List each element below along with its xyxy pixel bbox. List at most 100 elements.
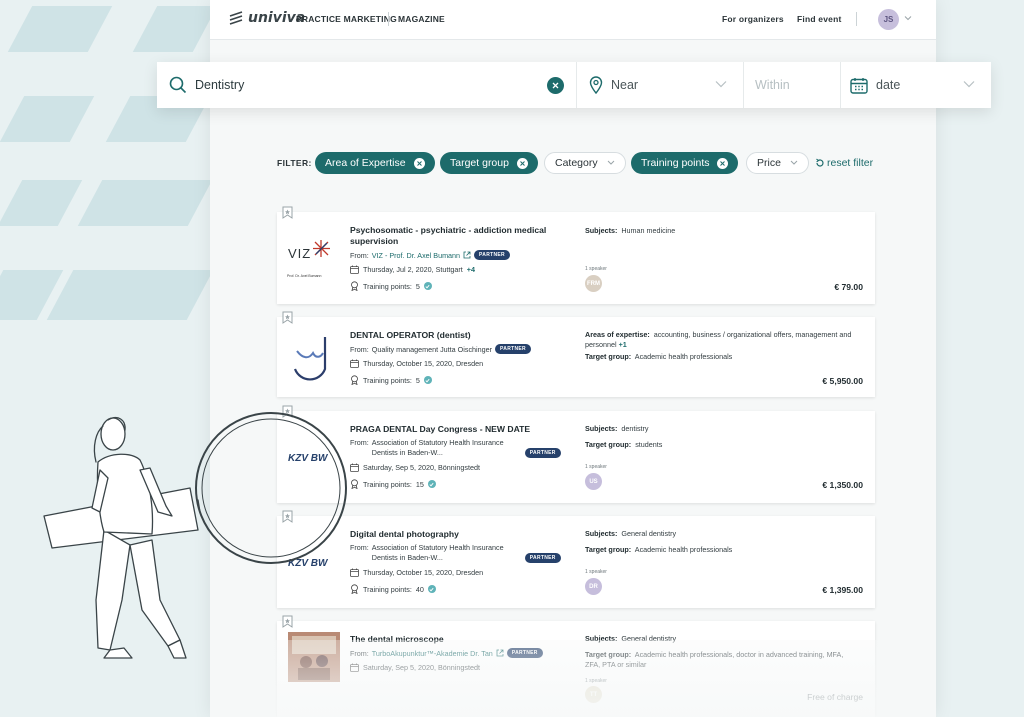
nav-divider bbox=[856, 12, 857, 26]
bookmark-icon[interactable] bbox=[282, 311, 293, 324]
nav-for-organizers[interactable]: For organizers bbox=[722, 14, 784, 24]
organizer-logo: KZV BW bbox=[283, 423, 341, 481]
speaker-avatar[interactable]: DR bbox=[585, 578, 602, 595]
location-input[interactable]: Near bbox=[611, 78, 638, 92]
chip-label: Price bbox=[757, 157, 781, 169]
more-areas-link[interactable]: +1 bbox=[619, 340, 627, 349]
organizer-link[interactable]: TurboAkupunktur™-Akademie Dr. Tan bbox=[372, 649, 493, 658]
event-target-group: Target group: Academic health profession… bbox=[585, 545, 733, 554]
bg-stripe bbox=[132, 6, 218, 52]
date-field[interactable]: date bbox=[841, 62, 991, 108]
chevron-down-icon[interactable] bbox=[904, 14, 912, 22]
user-avatar[interactable]: JS bbox=[878, 9, 899, 30]
remove-filter-button[interactable] bbox=[516, 157, 528, 169]
event-date: Thursday, Jul 2, 2020, Stuttgart +4 bbox=[350, 265, 475, 274]
logo-text: VIZ bbox=[288, 246, 312, 261]
verified-icon bbox=[427, 480, 436, 488]
award-icon bbox=[351, 375, 358, 385]
event-card[interactable]: The dental microscope From: TurboAkupunk… bbox=[277, 615, 875, 717]
event-training-points: Training points: 5 bbox=[350, 375, 432, 385]
bookmark-icon[interactable] bbox=[282, 405, 293, 418]
event-date: Saturday, Sep 5, 2020, Bönningstedt bbox=[350, 463, 480, 472]
clear-search-button[interactable] bbox=[547, 77, 564, 94]
organizer-logo bbox=[283, 329, 341, 387]
filter-chip-target-group[interactable]: Target group bbox=[440, 152, 538, 174]
external-link-icon[interactable] bbox=[496, 649, 504, 657]
speaker-avatar[interactable]: TT bbox=[585, 686, 602, 703]
event-title[interactable]: Psychosomatic - psychiatric - addiction … bbox=[350, 225, 550, 247]
event-subjects: Subjects: Human medicine bbox=[585, 226, 676, 235]
bookmark-icon[interactable] bbox=[282, 615, 293, 628]
bookmark-icon[interactable] bbox=[282, 510, 293, 523]
more-dates-link[interactable]: +4 bbox=[467, 265, 475, 274]
bg-stripe bbox=[77, 180, 213, 226]
event-card[interactable]: KZV BW PRAGA DENTAL Day Congress - NEW D… bbox=[277, 405, 875, 503]
event-title[interactable]: The dental microscope bbox=[350, 634, 550, 645]
brand-logo[interactable]: univiva bbox=[228, 10, 305, 26]
bookmark-icon[interactable] bbox=[282, 206, 293, 219]
event-card[interactable]: KZV BW Digital dental photography From: … bbox=[277, 510, 875, 608]
event-subjects: Subjects: dentistry bbox=[585, 424, 649, 433]
chip-label: Training points bbox=[641, 157, 710, 169]
event-training-points: Training points: 40 bbox=[350, 584, 436, 594]
event-training-points: Training points: 15 bbox=[350, 479, 436, 489]
organizer-name[interactable]: Association of Statutory Health Insuranc… bbox=[372, 438, 522, 458]
partner-badge: PARTNER bbox=[524, 448, 561, 458]
nav-find-event[interactable]: Find event bbox=[797, 14, 842, 24]
event-target-group: Target group: students bbox=[585, 440, 663, 449]
chip-label: Target group bbox=[450, 157, 509, 169]
event-organizer: From: Association of Statutory Health In… bbox=[350, 543, 561, 563]
nav-practice-marketing[interactable]: PRACTICE MARKETING bbox=[296, 14, 397, 24]
nav-magazine[interactable]: MAGAZINE bbox=[398, 14, 445, 24]
verified-icon bbox=[423, 376, 432, 384]
speaker-avatar[interactable]: FRM bbox=[585, 275, 602, 292]
event-organizer: From: VIZ - Prof. Dr. Axel Bumann PARTNE… bbox=[350, 250, 510, 260]
event-title[interactable]: Digital dental photography bbox=[350, 529, 550, 540]
reset-filter-label: reset filter bbox=[827, 157, 874, 169]
speaker-count: 1 speaker bbox=[585, 678, 607, 684]
bg-stripe bbox=[0, 180, 83, 226]
event-areas-of-expertise: Areas of expertise: accounting, business… bbox=[585, 330, 852, 349]
filter-chip-training-points[interactable]: Training points bbox=[631, 152, 739, 174]
organizer-link[interactable]: VIZ - Prof. Dr. Axel Bumann bbox=[372, 251, 460, 260]
event-target-group: Target group: Academic health profession… bbox=[585, 650, 844, 669]
filter-chip-area-of-expertise[interactable]: Area of Expertise bbox=[315, 152, 435, 174]
search-input[interactable]: Dentistry bbox=[195, 78, 244, 92]
reset-icon bbox=[816, 158, 824, 167]
logo-caption: Prof. Dr. Axel Bumann bbox=[287, 274, 322, 278]
event-title[interactable]: DENTAL OPERATOR (dentist) bbox=[350, 330, 550, 341]
top-navigation: univiva PRACTICE MARKETING MAGAZINE For … bbox=[210, 0, 936, 40]
bg-stripe bbox=[46, 270, 214, 320]
radius-field[interactable]: Within bbox=[744, 62, 841, 108]
filter-chip-price[interactable]: Price bbox=[746, 152, 809, 174]
filter-label: FILTER: bbox=[277, 158, 312, 168]
event-date: Saturday, Sep 5, 2020, Bönningstedt bbox=[350, 663, 480, 672]
event-card[interactable]: DENTAL OPERATOR (dentist) From: Quality … bbox=[277, 311, 875, 397]
filter-chip-category[interactable]: Category bbox=[544, 152, 626, 174]
event-card[interactable]: VIZ Prof. Dr. Axel Bumann Psychosomatic … bbox=[277, 206, 875, 304]
search-query-field[interactable]: Dentistry bbox=[157, 62, 577, 108]
verified-icon bbox=[423, 282, 432, 290]
location-field[interactable]: Near bbox=[577, 62, 744, 108]
close-icon bbox=[552, 82, 559, 89]
chevron-down-icon[interactable] bbox=[715, 80, 727, 88]
remove-filter-button[interactable] bbox=[413, 157, 425, 169]
organizer-name[interactable]: Quality management Jutta Oischinger bbox=[372, 345, 492, 354]
logo-text: KZV BW bbox=[288, 558, 328, 569]
radius-input[interactable]: Within bbox=[755, 78, 790, 92]
date-input[interactable]: date bbox=[876, 78, 900, 92]
event-price: Free of charge bbox=[807, 692, 863, 702]
event-title[interactable]: PRAGA DENTAL Day Congress - NEW DATE bbox=[350, 424, 550, 435]
chevron-down-icon[interactable] bbox=[963, 80, 975, 88]
location-pin-icon bbox=[589, 76, 603, 94]
event-organizer: From: TurboAkupunktur™-Akademie Dr. Tan … bbox=[350, 648, 543, 658]
external-link-icon[interactable] bbox=[463, 251, 471, 259]
organizer-name[interactable]: Association of Statutory Health Insuranc… bbox=[372, 543, 522, 563]
speaker-avatar[interactable]: US bbox=[585, 473, 602, 490]
calendar-icon bbox=[350, 265, 359, 274]
partner-badge: PARTNER bbox=[506, 648, 543, 658]
event-thumbnail bbox=[288, 632, 340, 682]
speaker-count: 1 speaker bbox=[585, 266, 607, 272]
remove-filter-button[interactable] bbox=[717, 157, 729, 169]
reset-filter-button[interactable]: reset filter bbox=[815, 157, 873, 169]
